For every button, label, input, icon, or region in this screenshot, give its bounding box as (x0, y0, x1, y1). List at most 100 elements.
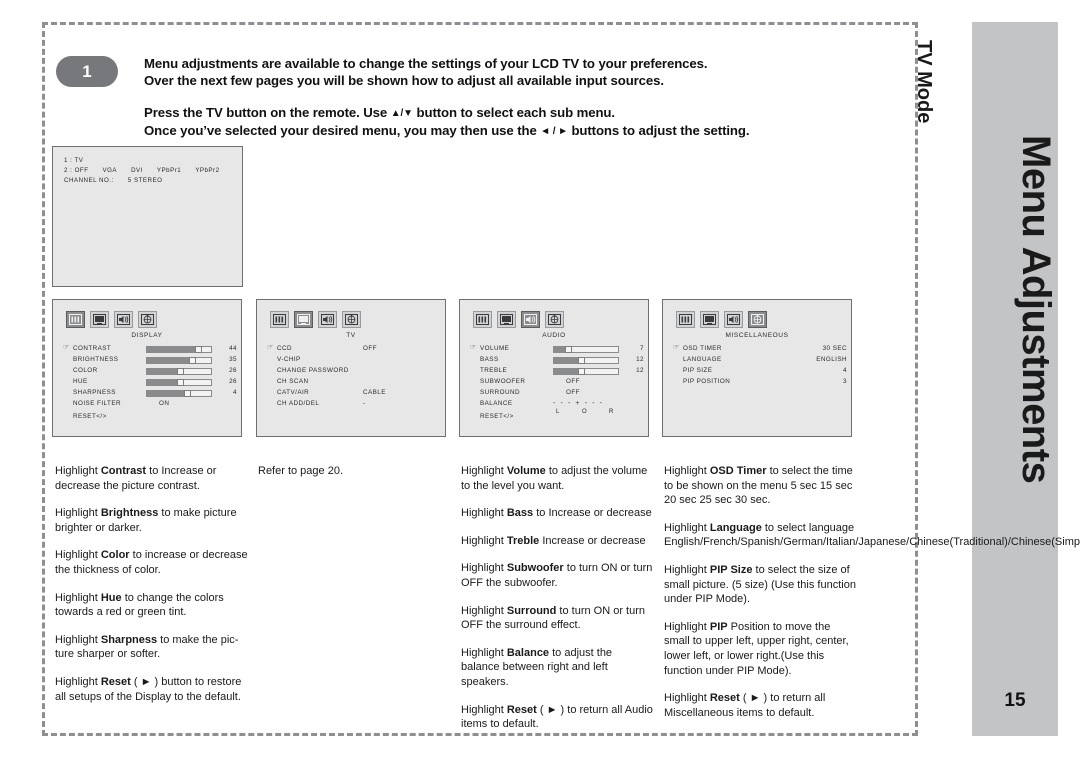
osd-row[interactable]: SURROUND OFF (470, 387, 642, 398)
osd-tab-miscellaneous[interactable] (748, 311, 767, 328)
description-paragraph: Highlight Bass to Increase or decrease (461, 506, 653, 521)
osd-row[interactable]: TREBLE 12 (470, 365, 644, 376)
osd-row[interactable]: SHARPNESS 4 (63, 387, 237, 398)
osd-row-label: PIP SIZE (683, 367, 713, 374)
osd-tab-audio[interactable] (114, 311, 133, 328)
osd-row[interactable]: PIP POSITION 3 (673, 376, 847, 387)
osd-row[interactable]: SUBWOOFER OFF (470, 376, 642, 387)
osd-slider[interactable] (553, 367, 619, 375)
osd-tab-audio[interactable] (521, 311, 540, 328)
description-paragraph: Refer to page 20. (258, 464, 450, 479)
osd-panel-tv: TV ☞ CCD OFF V-CHIP CHANGE PASSWORD CH SCAN CAT… (256, 299, 446, 437)
osd-tab-display[interactable] (676, 311, 695, 328)
description-paragraph: Highlight Subwoofer to turn ON or turn O… (461, 561, 653, 590)
osd-slider-fill (147, 379, 181, 385)
osd-row-label: V-CHIP (277, 356, 301, 363)
description-paragraph: Highlight PIP Size to select the size of… (664, 563, 857, 607)
osd-tab-tv[interactable] (700, 311, 719, 328)
paragraph-prefix: Highlight (55, 675, 101, 688)
paragraph-keyword: OSD Timer (709, 465, 767, 477)
paragraph-prefix: Highlight (55, 591, 101, 604)
osd-row[interactable]: ☞ CONTRAST 44 (63, 343, 237, 354)
audio-icon (321, 314, 334, 325)
osd-row[interactable]: NOISE FILTER ON (63, 398, 235, 409)
balance-legend-l: L (556, 409, 560, 415)
osd-tab-tv[interactable] (90, 311, 109, 328)
paragraph-suffix: Increase or decrease (539, 534, 646, 547)
osd-row[interactable]: LANGUAGE ENGLISH (673, 354, 847, 365)
osd-row-list: ☞ CCD OFF V-CHIP CHANGE PASSWORD CH SCAN CATV/… (267, 343, 439, 409)
osd-row[interactable]: V-CHIP (267, 354, 439, 365)
osd-row[interactable]: CATV/AIR CABLE (267, 387, 439, 398)
osd-slider-knob[interactable] (577, 367, 585, 375)
osd-row[interactable]: HUE 26 (63, 376, 237, 387)
preview-line-1: 1 : TV (64, 157, 84, 164)
osd-slider-knob[interactable] (188, 356, 196, 364)
osd-row[interactable]: BALANCE - - - + - - - (470, 398, 642, 409)
osd-reset-row[interactable]: RESET</> (73, 413, 107, 420)
osd-slider-knob[interactable] (177, 378, 185, 386)
paragraph-prefix: Highlight (664, 620, 710, 633)
osd-row[interactable]: ☞ VOLUME 7 (470, 343, 644, 354)
osd-tab-display[interactable] (270, 311, 289, 328)
osd-row-label: COLOR (73, 367, 98, 374)
paragraph-prefix: Highlight (461, 534, 507, 547)
osd-row[interactable]: CHANGE PASSWORD (267, 365, 439, 376)
osd-tab-miscellaneous[interactable] (138, 311, 157, 328)
osd-reset-row[interactable]: RESET</> (480, 413, 514, 420)
osd-balance-slider[interactable]: - - - + - - - (553, 399, 619, 408)
osd-tab-display[interactable] (473, 311, 492, 328)
osd-tab-miscellaneous[interactable] (342, 311, 361, 328)
osd-row[interactable]: CH ADD/DEL - (267, 398, 439, 409)
paragraph-prefix: Highlight (664, 563, 710, 576)
description-paragraph: Highlight Language to select language En… (664, 521, 1080, 550)
osd-tab-audio[interactable] (318, 311, 337, 328)
osd-row-label: BALANCE (480, 400, 513, 407)
osd-row[interactable]: COLOR 26 (63, 365, 237, 376)
selection-cursor-icon: ☞ (267, 344, 274, 351)
osd-slider[interactable] (146, 356, 212, 364)
intro-spacer (144, 89, 904, 105)
miscellaneous-icon (345, 314, 358, 325)
paragraph-keyword: PIP (709, 620, 728, 633)
paragraph-prefix: Highlight (461, 562, 507, 575)
osd-slider-knob[interactable] (565, 345, 573, 353)
intro-line-3a: Press the TV button on the remote. Use (144, 105, 391, 120)
osd-slider[interactable] (146, 389, 212, 397)
osd-slider-knob[interactable] (183, 389, 191, 397)
osd-slider-knob[interactable] (577, 356, 585, 364)
selection-cursor-icon: ☞ (470, 344, 477, 351)
osd-row-label: CCD (277, 345, 292, 352)
osd-row[interactable]: BRIGHTNESS 35 (63, 354, 237, 365)
paragraph-prefix: Highlight (461, 507, 507, 520)
osd-slider[interactable] (553, 345, 619, 353)
paragraph-keyword: Color (100, 549, 130, 562)
description-paragraph: Highlight Treble Increase or decrease (461, 534, 653, 549)
osd-tab-miscellaneous[interactable] (545, 311, 564, 328)
osd-slider[interactable] (146, 367, 212, 375)
osd-slider[interactable] (553, 356, 619, 364)
osd-row[interactable]: BASS 12 (470, 354, 644, 365)
osd-slider[interactable] (146, 345, 212, 353)
osd-tab-audio[interactable] (724, 311, 743, 328)
paragraph-keyword: Surround (506, 604, 557, 617)
osd-slider-knob[interactable] (177, 367, 185, 375)
osd-slider-knob[interactable] (195, 345, 203, 353)
paragraph-keyword: Language (709, 521, 762, 534)
osd-slider[interactable] (146, 378, 212, 386)
osd-row[interactable]: ☞ OSD TIMER 30 SEC (673, 343, 847, 354)
osd-panel-audio: AUDIO ☞ VOLUME 7 BASS 12 TREBLE 12 SUBWOOFER OFF S… (459, 299, 649, 437)
osd-row[interactable]: CH SCAN (267, 376, 439, 387)
paragraph-prefix: Highlight (55, 633, 101, 646)
osd-row[interactable]: ☞ CCD OFF (267, 343, 439, 354)
osd-tab-tv[interactable] (497, 311, 516, 328)
osd-row-label: OSD TIMER (683, 345, 722, 352)
manual-page: Menu Adjustments TV Mode 15 1 Menu adjus… (0, 0, 1080, 758)
paragraph-keyword: Sharpness (100, 633, 158, 646)
osd-tab-tv[interactable] (294, 311, 313, 328)
page-number: 15 (1004, 690, 1026, 711)
osd-row-label: LANGUAGE (683, 356, 722, 363)
osd-row-value: 12 (636, 367, 644, 374)
osd-row[interactable]: PIP SIZE 4 (673, 365, 847, 376)
osd-tab-display[interactable] (66, 311, 85, 328)
